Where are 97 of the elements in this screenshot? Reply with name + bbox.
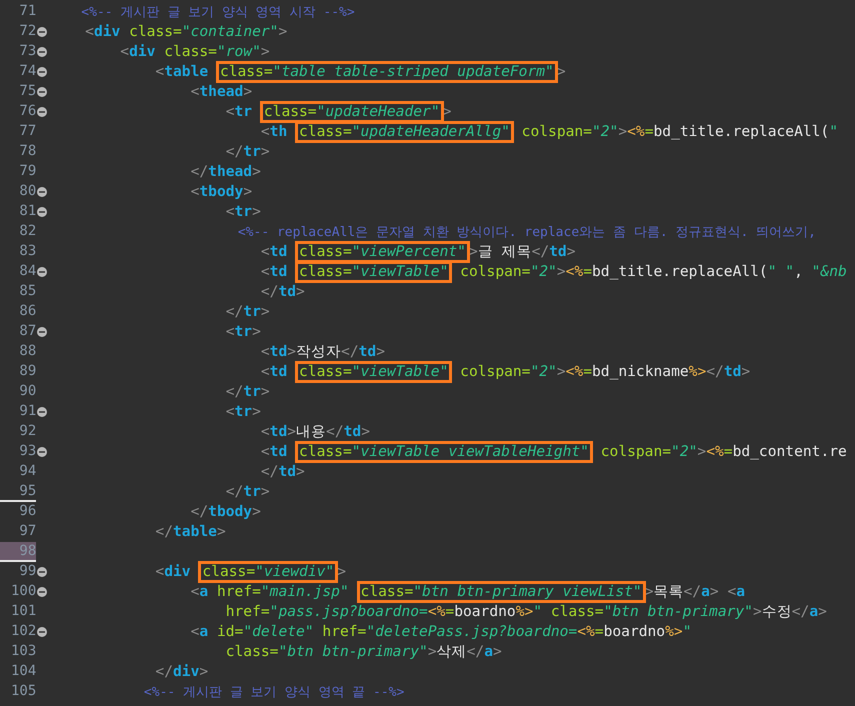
collapse-icon[interactable] [37,27,48,37]
code-text: </tr> [224,383,270,401]
line-number: 71 [18,2,36,21]
line-number: 95 [0,482,36,502]
code-text: <td [260,363,288,381]
code-text: <td>내용</td> [260,423,370,441]
line-number: 72 [18,22,36,41]
highlight-box: class="viewTable viewTableHeight" [295,441,593,463]
highlight-box: class="viewPercent" [295,241,470,263]
line-number: 88 [18,342,36,361]
code-text: </td> [260,463,305,481]
line-number: 100 [10,582,36,601]
code-text: href="pass.jsp?boardno=<%=boardno%>" class="btn btn-primary">수정</a> [224,603,827,621]
highlight-box: class="updateHeader" [260,101,444,123]
line-number: 79 [18,162,36,181]
line-number: 77 [18,122,36,141]
collapse-icon[interactable] [37,627,48,637]
code-text: <%-- replaceAll은 문자열 치환 방식이다. replace와는 좀 다름. 정규표현식. 띄어쓰기, [236,224,816,242]
code-text: <div class="container"> [84,23,288,41]
code-text: <tr> [224,203,261,221]
line-number: 104 [10,662,36,681]
code-text: colspan="2"><%=bd_nickname%></td> [459,363,750,381]
collapse-icon[interactable] [37,587,48,597]
code-text: <div [154,563,192,581]
code-text: <td>작성자</td> [260,343,385,361]
line-number: 87 [18,322,36,341]
line-number: 93 [18,442,36,461]
line-number: 105 [10,682,36,701]
line-number: 91 [18,402,36,421]
highlight-box: class="table table-striped updateForm" [216,61,558,83]
code-text: colspan="2"><%=bd_title.replaceAll(" [520,123,838,141]
line-number: 97 [18,522,36,541]
code-text: <td [260,443,288,461]
code-text: > [337,563,346,581]
code-text: <td [260,243,288,261]
line-number: 99 [18,562,36,581]
highlight-box: class="viewdiv" [198,561,338,583]
code-text: </table> [154,523,226,541]
code-text: </div> [154,663,208,681]
code-text: <tbody> [190,183,252,201]
line-number: 73 [18,42,36,61]
code-text: <%-- 게시판 글 보기 양식 영역 끝 --%> [142,684,404,702]
collapse-icon[interactable] [37,47,48,57]
code-text: <thead> [190,83,252,101]
line-number: 78 [18,142,36,161]
code-text: <%-- 게시판 글 보기 양식 영역 시작 --%> [80,4,355,22]
collapse-icon[interactable] [37,447,48,457]
collapse-icon[interactable] [37,267,48,277]
code-text: <a id="delete" href="deletePass.jsp?boardno=<%=boardno%>" [190,623,692,641]
code-text: <tr> [224,403,261,421]
code-text: <div class="row"> [119,43,270,61]
collapse-icon[interactable] [37,207,48,217]
collapse-icon[interactable] [37,187,48,197]
line-number: 98 [0,542,36,562]
line-number: 81 [18,202,36,221]
code-text: colspan="2"><%=bd_content.re [600,443,847,461]
line-number: 74 [18,62,36,81]
line-number: 84 [18,262,36,281]
code-text: <td [260,263,288,281]
collapse-icon[interactable] [37,87,48,97]
line-number: 75 [18,82,36,101]
line-number: 92 [18,422,36,441]
collapse-icon[interactable] [37,67,48,77]
line-number: 103 [10,642,36,661]
code-text: </tr> [224,303,270,321]
collapse-icon[interactable] [37,327,48,337]
highlight-box: class="btn btn-primary viewList" [356,581,646,603]
code-text: </td> [260,283,305,301]
code-text: colspan="2"><%=bd_title.replaceAll(" ", "&nb [459,263,847,281]
highlight-box: class="updateHeaderAllg" [295,121,514,143]
line-number: 101 [10,602,36,621]
line-number: 83 [18,242,36,261]
code-text: class="btn btn-primary">삭제</a> [224,643,502,661]
line-number: 85 [18,282,36,301]
line-number: 90 [18,382,36,401]
line-number: 96 [18,502,36,521]
line-number: 102 [10,622,36,641]
line-number: 94 [18,462,36,481]
line-number: 82 [18,222,36,241]
line-number: 89 [18,362,36,381]
collapse-icon[interactable] [37,567,48,577]
highlight-box: class="viewTable" [295,361,452,383]
collapse-icon[interactable] [37,107,48,117]
code-text: <table [154,63,210,81]
highlight-box: class="viewTable" [295,261,452,283]
collapse-icon[interactable] [37,407,48,417]
code-text: </thead> [190,163,261,181]
code-text: <tr [224,103,254,121]
code-text: <th [260,123,288,141]
line-number: 86 [18,302,36,321]
line-number: 76 [18,102,36,121]
line-number: 80 [18,182,36,201]
code-text: </tr> [224,143,270,161]
code-text: <a href="main.jsp" [190,583,350,601]
code-text: <tr> [224,323,261,341]
code-text: </tbody> [190,503,261,521]
code-text: </tr> [224,483,270,501]
